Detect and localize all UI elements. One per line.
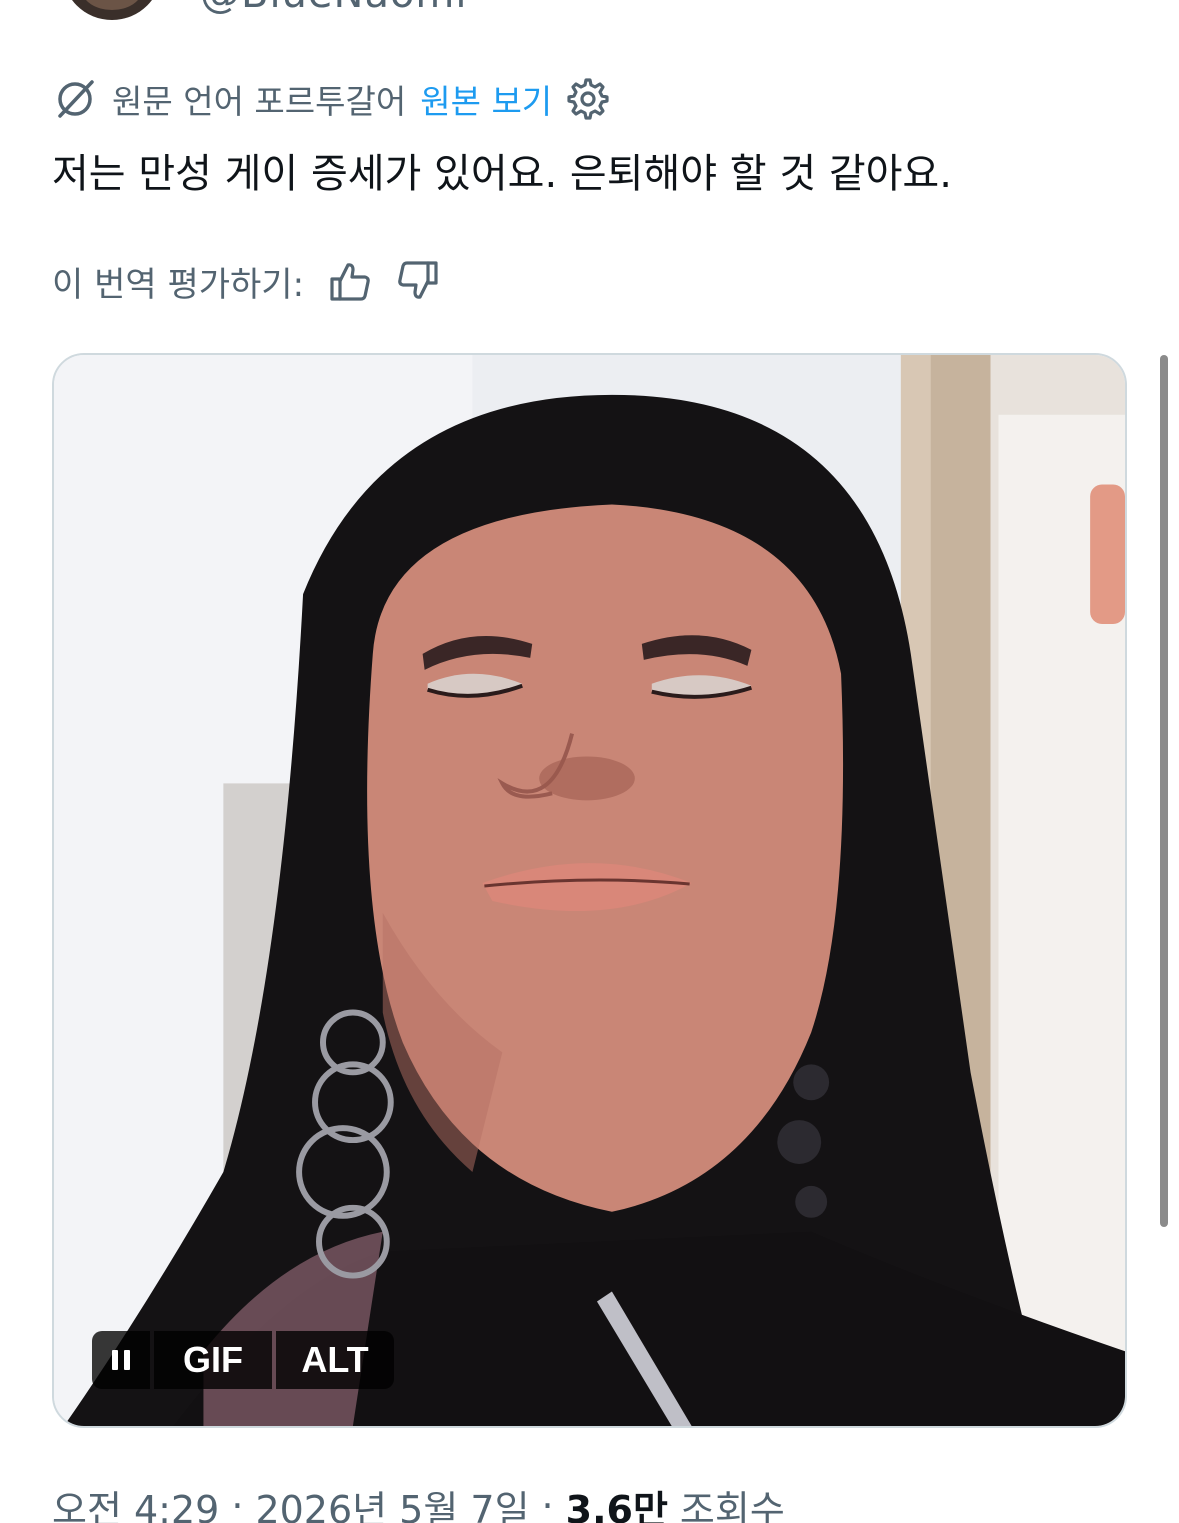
tweet-metadata-row: 오전 4:29 · 2026년 5월 7일 · 3.6만 조회수 [52,1478,785,1523]
avatar[interactable] [62,0,162,20]
separator: · [231,1484,244,1523]
tweet-detail-page: @BlueNaomi 원문 언어 포르투갈어 원본 보기 저는 만성 게이 증세… [0,0,1179,1523]
views-label: 조회수 [679,1487,785,1523]
rate-translation-row: 이 번역 평가하기: [52,254,440,308]
gif-frame [54,355,1125,1426]
tweet-date[interactable]: 2026년 5월 7일 [255,1479,529,1523]
thumbs-up-icon[interactable] [328,259,372,303]
gif-badge: GIF [154,1331,272,1389]
tweet-text: 저는 만성 게이 증세가 있어요. 은퇴해야 할 것 같아요. [52,151,952,197]
media-controls: GIF ALT [92,1331,394,1389]
translate-icon [52,76,98,122]
views-count: 3.6만 [565,1487,668,1523]
tweet-media-gif[interactable]: GIF ALT [52,353,1127,1428]
tweet-time[interactable]: 오전 4:29 [52,1479,219,1523]
gear-icon[interactable] [566,77,610,121]
alt-text-button[interactable]: ALT [276,1331,394,1389]
thumbs-down-icon[interactable] [396,259,440,303]
pause-button[interactable] [92,1331,150,1389]
separator: · [541,1484,554,1523]
author-row: @BlueNaomi [0,0,1179,20]
view-original-link[interactable]: 원본 보기 [420,75,552,123]
scrollbar[interactable] [1160,355,1168,1227]
rate-translation-label: 이 번역 평가하기: [52,264,305,305]
translation-info-row: 원문 언어 포르투갈어 원본 보기 [52,74,610,124]
pause-icon [112,1350,130,1370]
author-handle[interactable]: @BlueNaomi [200,0,468,14]
translation-note: 원문 언어 포르투갈어 [112,82,407,121]
